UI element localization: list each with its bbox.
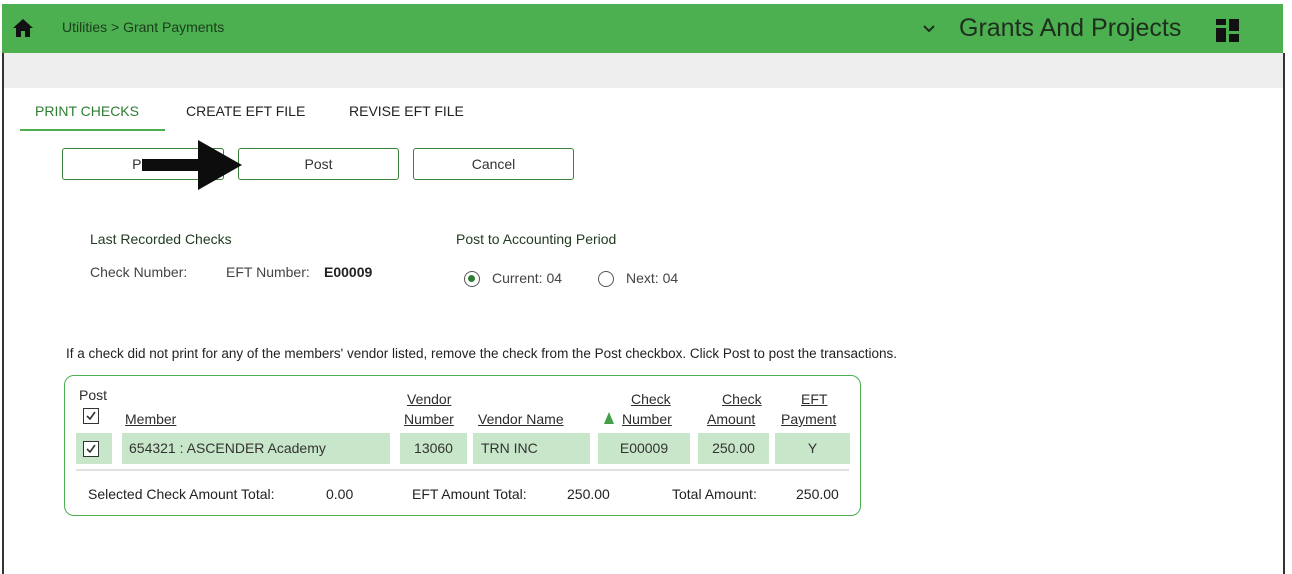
table-cell-vendor-number: 13060: [400, 433, 467, 464]
instruction-text: If a check did not print for any of the …: [66, 346, 897, 361]
tab-revise-eft-file[interactable]: REVISE EFT FILE: [349, 103, 464, 119]
header-vendor-name[interactable]: Vendor Name: [478, 409, 564, 429]
last-recorded-heading: Last Recorded Checks: [90, 231, 232, 247]
header-check-number-line1[interactable]: Check: [631, 389, 671, 409]
header-eft-payment-text2: Payment: [781, 411, 837, 427]
toolbar-strip: [4, 53, 1283, 88]
header-vendor-number-line1[interactable]: Vendor: [407, 389, 451, 409]
header-eft-payment-line2[interactable]: Payment: [781, 409, 836, 429]
active-tab-indicator: [20, 129, 165, 131]
table-cell-member: 654321 : ASCENDER Academy: [122, 433, 390, 464]
header-check-number-line2[interactable]: Number: [622, 409, 672, 429]
header-check-number-text1: Check: [631, 391, 671, 407]
table-cell-check-amount: 250.00: [698, 433, 769, 464]
home-icon[interactable]: [12, 17, 34, 39]
total-amount-label: Total Amount:: [672, 486, 757, 502]
app-header: Utilities > Grant Payments Grants And Pr…: [2, 4, 1283, 53]
breadcrumb[interactable]: Utilities > Grant Payments: [62, 19, 224, 35]
total-amount-value: 250.00: [796, 486, 839, 502]
table-cell-check-number: E00009: [598, 433, 690, 464]
accounting-period-heading: Post to Accounting Period: [456, 231, 617, 247]
frame-border-right: [1283, 53, 1285, 574]
selected-total-label: Selected Check Amount Total:: [88, 486, 275, 502]
check-icon: [86, 444, 96, 454]
header-vendor-name-text: Vendor Name: [478, 411, 564, 427]
row-post-checkbox[interactable]: [83, 441, 99, 457]
sort-ascending-icon[interactable]: [604, 412, 614, 424]
eft-number-label: EFT Number:: [226, 264, 310, 280]
radio-next-label[interactable]: Next: 04: [626, 270, 678, 286]
table-cell-vendor-name: TRN INC: [473, 433, 590, 464]
radio-next[interactable]: [598, 271, 614, 287]
grid-icon[interactable]: [1216, 19, 1240, 43]
header-vendor-number-line2[interactable]: Number: [404, 409, 454, 429]
eft-number-value: E00009: [324, 264, 373, 280]
module-title[interactable]: Grants And Projects: [959, 14, 1181, 43]
header-post: Post: [79, 387, 108, 403]
header-check-amount-line2[interactable]: Amount: [707, 409, 755, 429]
header-eft-payment-line1[interactable]: EFT: [801, 389, 827, 409]
frame-border-left: [2, 53, 4, 574]
selected-total-value: 0.00: [326, 486, 354, 502]
header-eft-payment-text1: EFT: [801, 391, 828, 407]
tab-print-checks[interactable]: PRINT CHECKS: [35, 103, 139, 119]
radio-selected-dot: [468, 275, 475, 282]
radio-current-label[interactable]: Current: 04: [492, 270, 562, 286]
check-icon: [86, 411, 96, 421]
header-check-number-text2: Number: [622, 411, 672, 427]
chevron-down-icon[interactable]: [920, 20, 938, 38]
eft-total-value: 250.00: [567, 486, 610, 502]
header-member-text: Member: [125, 411, 177, 427]
radio-current[interactable]: [464, 271, 480, 287]
select-all-checkbox[interactable]: [83, 408, 99, 424]
cancel-button[interactable]: Cancel: [413, 148, 574, 180]
header-check-amount-text1: Check: [722, 391, 762, 407]
table-divider: [76, 469, 849, 471]
post-button[interactable]: Post: [238, 148, 399, 180]
check-number-label: Check Number:: [90, 264, 188, 280]
tab-create-eft-file[interactable]: CREATE EFT FILE: [186, 103, 305, 119]
header-check-amount-text2: Amount: [707, 411, 756, 427]
eft-total-label: EFT Amount Total:: [412, 486, 527, 502]
header-vendor-number-text2: Number: [404, 411, 454, 427]
header-check-amount-line1[interactable]: Check: [722, 389, 762, 409]
header-vendor-number-text1: Vendor: [407, 391, 452, 407]
table-cell-eft-payment: Y: [775, 433, 850, 464]
header-member[interactable]: Member: [125, 409, 176, 429]
callout-arrow-icon: [142, 140, 242, 190]
